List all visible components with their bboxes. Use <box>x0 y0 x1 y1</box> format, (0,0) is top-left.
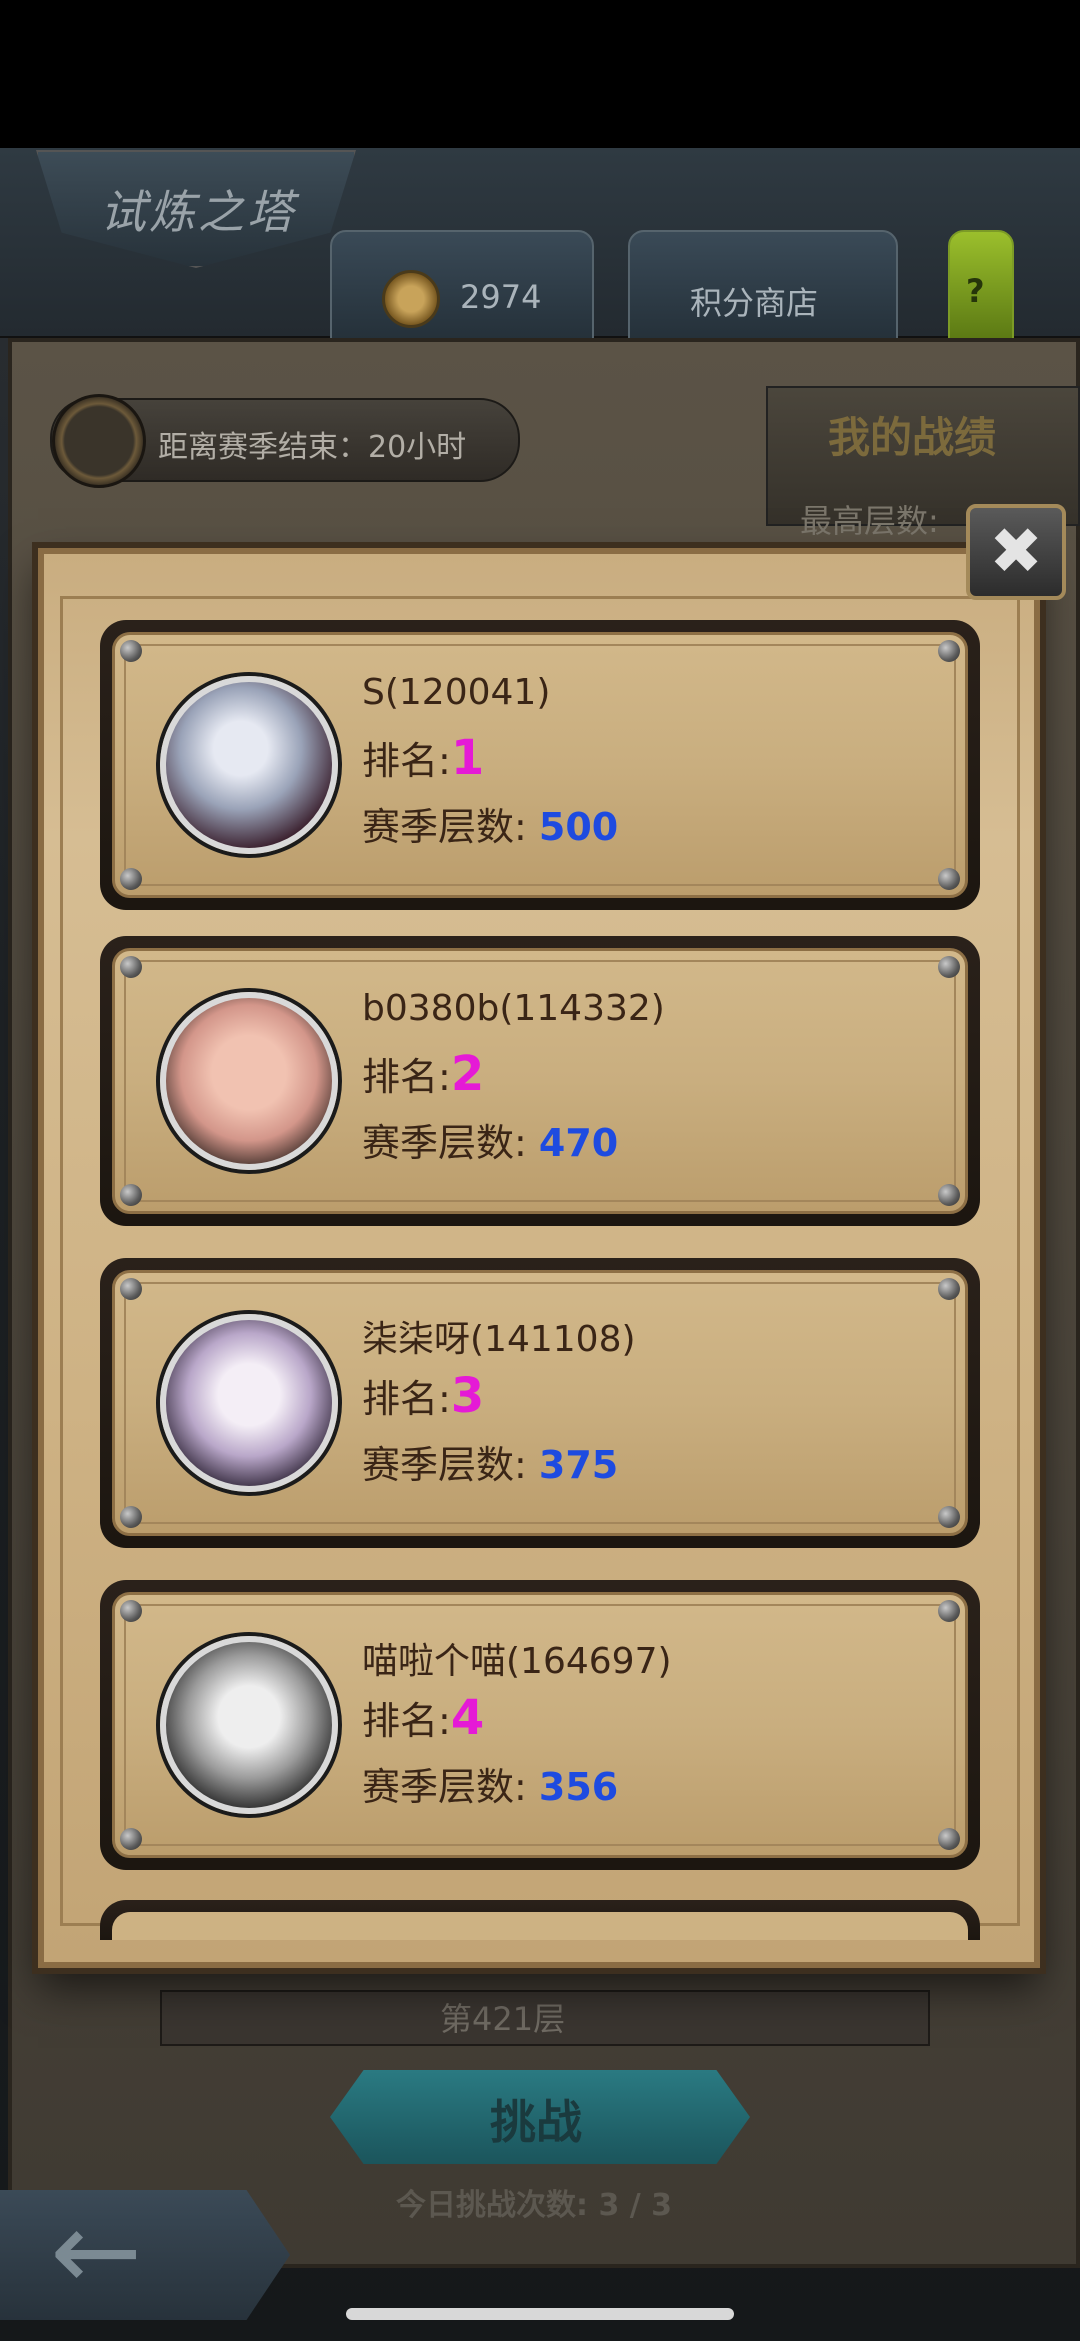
rank-line: 排名:4 <box>362 1690 484 1746</box>
rivet-icon <box>938 868 960 890</box>
challenge-button-label[interactable]: 挑战 <box>490 2086 582 2152</box>
rank-line: 排名:2 <box>362 1046 484 1102</box>
rank-value: 4 <box>450 1690 485 1746</box>
season-floor-label: 赛季层数: <box>362 805 527 849</box>
rivet-icon <box>120 1828 142 1850</box>
season-floor-label: 赛季层数: <box>362 1121 527 1165</box>
season-floor-line: 赛季层数: 500 <box>362 796 618 851</box>
daily-attempts-text: 今日挑战次数: 3 / 3 <box>396 2188 673 2223</box>
rank-label: 排名: <box>362 1699 451 1743</box>
ranking-card: b0380b(114332) 排名:2 赛季层数: 470 <box>100 936 980 1226</box>
rank-value: 1 <box>450 730 485 786</box>
season-floor-value: 470 <box>538 1121 619 1165</box>
rivet-icon <box>938 1828 960 1850</box>
rivet-icon <box>938 640 960 662</box>
home-indicator[interactable] <box>346 2308 734 2320</box>
season-floor-value: 356 <box>538 1765 619 1809</box>
ranking-card-partial <box>100 1900 980 1940</box>
close-icon[interactable]: ✖ <box>989 520 1043 584</box>
season-floor-line: 赛季层数: 375 <box>362 1434 618 1489</box>
best-floor-label: 最高层数: <box>800 502 939 540</box>
ranking-card: 喵啦个喵(164697) 排名:4 赛季层数: 356 <box>100 1580 980 1870</box>
player-name: S(120041) <box>362 672 551 713</box>
rank-line: 排名:1 <box>362 730 484 786</box>
back-button[interactable] <box>0 2190 290 2320</box>
rivet-icon <box>120 1506 142 1528</box>
season-countdown-text: 距离赛季结束：20小时 <box>158 430 467 465</box>
rank-label: 排名: <box>362 739 451 783</box>
close-modal-button[interactable]: ✖ <box>966 504 1066 600</box>
rivet-icon <box>120 868 142 890</box>
rivet-icon <box>938 1184 960 1206</box>
my-record-title: 我的战绩 <box>828 413 997 462</box>
page-title: 试炼之塔 <box>100 185 296 239</box>
ranking-card: S(120041) 排名:1 赛季层数: 500 <box>100 620 980 910</box>
season-floor-line: 赛季层数: 356 <box>362 1756 618 1811</box>
rivet-icon <box>120 956 142 978</box>
rank-label: 排名: <box>362 1055 451 1099</box>
card-parchment <box>112 1912 968 1940</box>
player-avatar[interactable] <box>160 676 338 854</box>
rank-label: 排名: <box>362 1377 451 1421</box>
player-name: 柒柒呀(141108) <box>362 1319 636 1360</box>
season-floor-value: 375 <box>538 1443 619 1487</box>
points-shop-label[interactable]: 积分商店 <box>690 278 818 324</box>
season-floor-label: 赛季层数: <box>362 1443 527 1487</box>
score-value: 2974 <box>460 278 542 316</box>
season-floor-line: 赛季层数: 470 <box>362 1112 618 1167</box>
rank-line: 排名:3 <box>362 1368 484 1424</box>
rivet-icon <box>938 956 960 978</box>
player-avatar[interactable] <box>160 1314 338 1492</box>
season-floor-label: 赛季层数: <box>362 1765 527 1809</box>
rivet-icon <box>120 1184 142 1206</box>
status-bar-area <box>0 0 1080 148</box>
player-name: 喵啦个喵(164697) <box>362 1641 672 1682</box>
clock-icon <box>52 394 146 488</box>
rivet-icon <box>938 1506 960 1528</box>
points-coin-icon <box>382 270 440 328</box>
current-floor-label: 第421层 <box>440 2000 566 2038</box>
rank-value: 3 <box>450 1368 485 1424</box>
back-arrow-icon[interactable]: ← <box>50 2196 142 2306</box>
rivet-icon <box>938 1278 960 1300</box>
player-avatar[interactable] <box>160 1636 338 1814</box>
ranking-card: 柒柒呀(141108) 排名:3 赛季层数: 375 <box>100 1258 980 1548</box>
help-icon[interactable]: ? <box>966 272 985 310</box>
rivet-icon <box>938 1600 960 1622</box>
rivet-icon <box>120 1600 142 1622</box>
rank-value: 2 <box>450 1046 485 1102</box>
player-name: b0380b(114332) <box>362 988 665 1029</box>
rivet-icon <box>120 640 142 662</box>
season-floor-value: 500 <box>538 805 619 849</box>
rivet-icon <box>120 1278 142 1300</box>
player-avatar[interactable] <box>160 992 338 1170</box>
